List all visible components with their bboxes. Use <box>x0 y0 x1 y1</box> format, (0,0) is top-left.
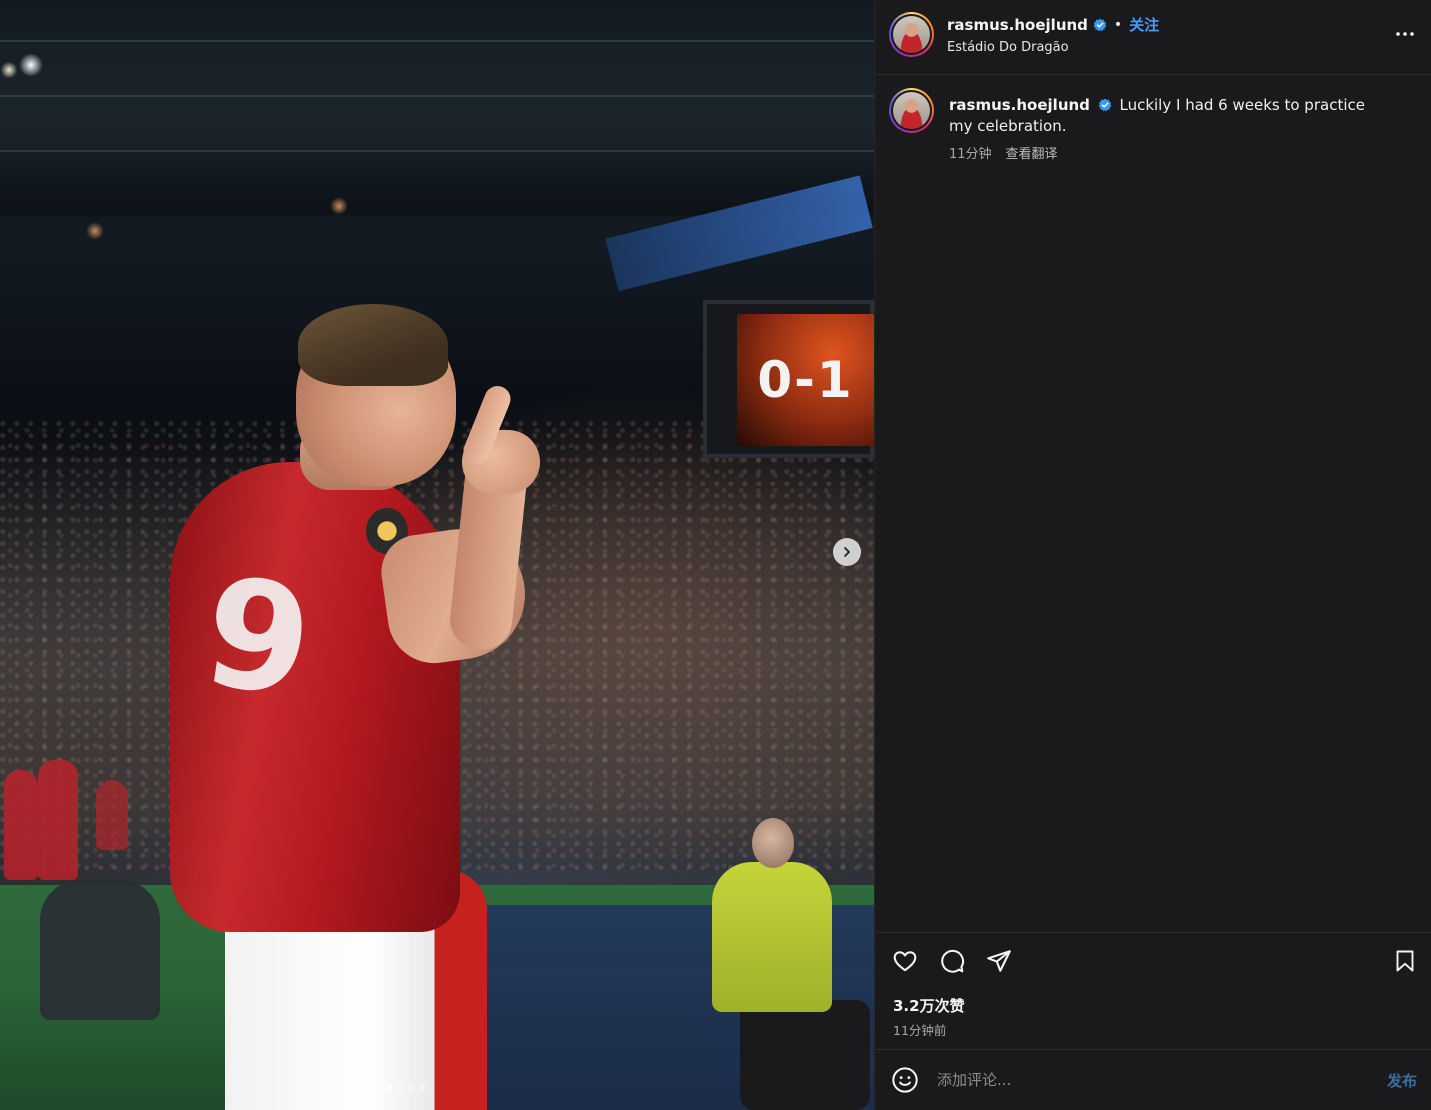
next-image-button[interactable] <box>833 538 861 566</box>
more-options-button[interactable] <box>1393 22 1417 46</box>
roof-beam <box>0 95 874 97</box>
carousel-dot <box>397 1084 403 1090</box>
steward-legs <box>740 1000 870 1110</box>
paper-plane-icon <box>987 950 1011 972</box>
bench-player <box>4 770 38 880</box>
verified-badge-icon <box>1093 18 1107 31</box>
stand-light <box>330 197 348 215</box>
action-icons <box>891 947 1013 975</box>
scoreboard-screen: 0-1 <box>737 314 874 446</box>
post-sidebar: rasmus.hoejlund • 关注 Estádio Do Dragão r… <box>874 0 1431 1110</box>
chevron-right-icon <box>844 547 850 557</box>
bench-player <box>38 760 78 880</box>
post-comment-button[interactable]: 发布 <box>1387 1070 1417 1091</box>
avatar-image <box>893 16 930 53</box>
floodlight <box>18 54 44 76</box>
bench-player <box>96 780 128 850</box>
stand-light <box>86 222 104 240</box>
post-timestamp: 11分钟前 <box>893 1023 947 1038</box>
stadium-roof <box>0 0 874 215</box>
caption-meta: 11分钟 查看翻译 <box>949 143 1058 162</box>
follow-button[interactable]: 关注 <box>1129 14 1159 35</box>
like-count[interactable]: 3.2万次赞 <box>893 995 965 1016</box>
verified-badge-icon <box>1098 98 1112 112</box>
heart-icon <box>893 951 917 972</box>
carousel-dot <box>386 1084 392 1090</box>
header-name-row: rasmus.hoejlund • 关注 <box>947 14 1159 35</box>
save-button[interactable] <box>1391 947 1419 975</box>
share-button[interactable] <box>985 947 1013 975</box>
caption-time: 11分钟 <box>949 147 992 162</box>
avatar-image <box>893 92 930 129</box>
caption-avatar[interactable] <box>889 88 934 133</box>
carousel-dot <box>408 1084 414 1090</box>
more-horizontal-icon <box>1396 32 1414 36</box>
see-translation-link[interactable]: 查看翻译 <box>1006 143 1058 162</box>
post-media[interactable]: 0-1 9 <box>0 0 874 1110</box>
player-hair <box>298 304 448 386</box>
scoreboard: 0-1 <box>703 300 874 458</box>
smiley-icon <box>892 1067 918 1093</box>
steward-head <box>752 818 794 868</box>
post-header: rasmus.hoejlund • 关注 Estádio Do Dragão <box>875 0 1431 75</box>
like-button[interactable] <box>891 947 919 975</box>
username-link[interactable]: rasmus.hoejlund <box>947 16 1088 34</box>
comment-button[interactable] <box>938 947 966 975</box>
separator-dot: • <box>1113 16 1123 33</box>
comment-bubble-icon <box>941 949 965 973</box>
comment-input[interactable] <box>937 1066 1357 1094</box>
carousel-dot <box>419 1084 425 1090</box>
caption-text: rasmus.hoejlund Luckily I had 6 weeks to… <box>949 95 1389 137</box>
photographer <box>40 880 160 1020</box>
location-link[interactable]: Estádio Do Dragão <box>947 40 1069 55</box>
bookmark-icon <box>1396 950 1414 972</box>
avatar[interactable] <box>889 12 934 57</box>
action-bar: 3.2万次赞 11分钟前 <box>875 932 1431 1050</box>
roof-beam <box>0 40 874 42</box>
caption-username-link[interactable]: rasmus.hoejlund <box>949 96 1090 114</box>
roof-beam <box>0 150 874 152</box>
carousel-dots <box>386 1084 425 1090</box>
steward-vest <box>712 862 832 1012</box>
floodlight <box>0 62 18 78</box>
comment-composer: 发布 <box>875 1049 1431 1110</box>
emoji-button[interactable] <box>891 1066 919 1094</box>
